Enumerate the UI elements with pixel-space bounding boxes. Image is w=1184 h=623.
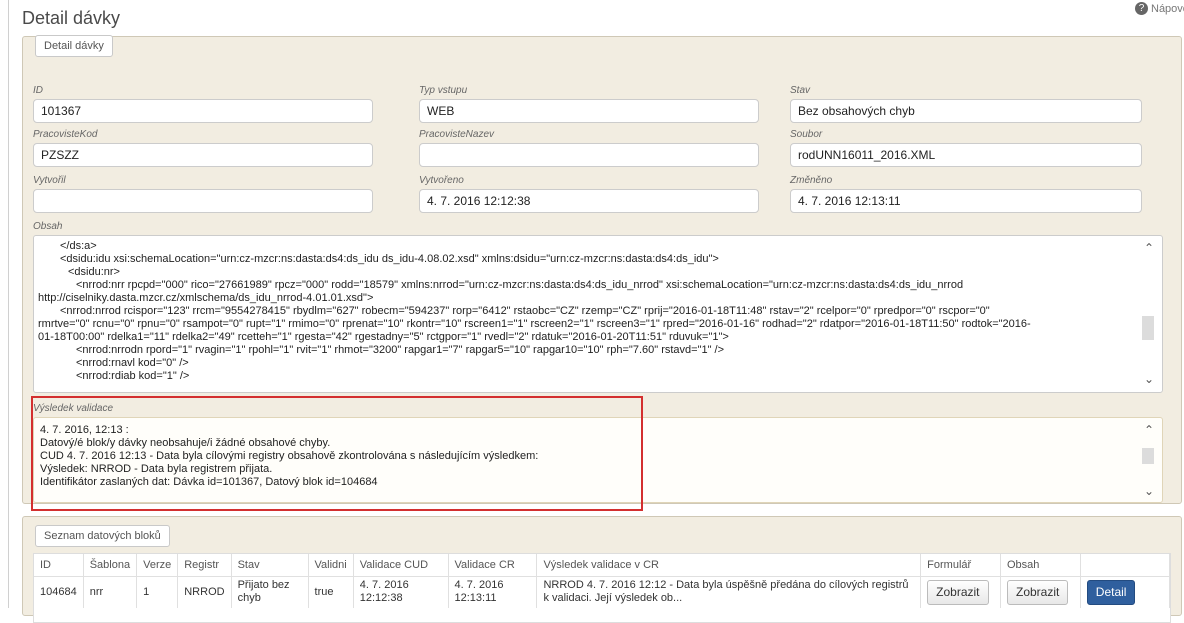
table-header-row: ID Šablona Verze Registr Stav Validni Va… bbox=[34, 554, 1171, 577]
cell-verze: 1 bbox=[136, 576, 179, 608]
col-header: Šablona bbox=[83, 554, 138, 577]
help-label: Nápověda bbox=[1151, 2, 1184, 15]
cell-obsah: Zobrazit bbox=[1000, 576, 1081, 608]
vytvoril-field[interactable] bbox=[33, 189, 373, 213]
col-header: Validni bbox=[308, 554, 354, 577]
cell-id: 104684 bbox=[34, 576, 84, 608]
zmeneno-label: Změněno bbox=[790, 175, 833, 186]
pracoviste-kod-label: PracovisteKod bbox=[33, 129, 98, 140]
obsah-line: http://ciselniky.dasta.mzcr.cz/xmlschema… bbox=[38, 292, 374, 304]
col-header: Validace CUD bbox=[353, 554, 449, 577]
obsah-line: rmrtve="0" rcnu="0" rpnu="0" rsampot="0"… bbox=[38, 318, 1031, 330]
soubor-field[interactable]: rodUNN16011_2016.XML bbox=[790, 143, 1142, 167]
bloky-legend: Seznam datových bloků bbox=[35, 525, 170, 547]
question-icon: ? bbox=[1135, 2, 1148, 15]
col-header bbox=[1080, 554, 1171, 577]
stav-field[interactable]: Bez obsahových chyb bbox=[790, 99, 1142, 123]
obsah-line: <dsidu:idu xsi:schemaLocation="urn:cz-mz… bbox=[60, 253, 719, 265]
cell-vysledek: NRROD 4. 7. 2016 12:12 - Data byla úspěš… bbox=[536, 576, 922, 608]
detail-button[interactable]: Detail bbox=[1086, 579, 1136, 605]
zobrazit-formular-button[interactable]: Zobrazit bbox=[927, 579, 989, 605]
col-header: Obsah bbox=[1000, 554, 1081, 577]
obsah-line: <nrrod:nrr rpcpd="000" rico="27661989" r… bbox=[76, 279, 964, 291]
obsah-line: <nrrod:rdiab kod="1" /> bbox=[76, 370, 190, 382]
cell-registr: NRROD bbox=[177, 576, 232, 608]
chevron-up-icon[interactable]: ⌃ bbox=[1144, 424, 1154, 437]
zobrazit-obsah-button[interactable]: Zobrazit bbox=[1006, 579, 1069, 605]
zmeneno-field[interactable]: 4. 7. 2016 12:13:11 bbox=[790, 189, 1142, 213]
bloky-panel: Seznam datových bloků ID Šablona Verze R… bbox=[22, 516, 1182, 623]
col-header: Formulář bbox=[920, 554, 1001, 577]
chevron-down-icon[interactable]: ⌄ bbox=[1144, 485, 1154, 498]
chevron-up-icon[interactable]: ⌃ bbox=[1144, 242, 1154, 255]
id-label: ID bbox=[33, 85, 43, 96]
bloky-table-wrap: ID Šablona Verze Registr Stav Validni Va… bbox=[33, 553, 1171, 623]
id-field[interactable]: 101367 bbox=[33, 99, 373, 123]
col-header: Stav bbox=[231, 554, 309, 577]
page-title: Detail dávky bbox=[22, 8, 121, 28]
stav-label: Stav bbox=[790, 85, 811, 96]
col-header: ID bbox=[34, 554, 84, 577]
typ-vstupu-field[interactable]: WEB bbox=[419, 99, 759, 123]
obsah-line: <nrrod:nrrod rcispor="123" rrcm="9554278… bbox=[60, 305, 990, 317]
pracoviste-nazev-field[interactable] bbox=[419, 143, 759, 167]
page-left-border bbox=[8, 0, 9, 608]
obsah-label: Obsah bbox=[33, 221, 63, 232]
col-header: Výsledek validace v CR bbox=[536, 554, 922, 577]
cell-detail: Detail bbox=[1080, 576, 1171, 608]
vytvoril-label: Vytvořil bbox=[33, 175, 66, 186]
obsah-line: <nrrod:nrrodn rpord="1" rvagin="1" rpohl… bbox=[76, 344, 725, 356]
validace-scrollbar-thumb[interactable] bbox=[1142, 448, 1154, 464]
col-header: Registr bbox=[177, 554, 232, 577]
cell-validace-cud: 4. 7. 2016 12:12:38 bbox=[353, 576, 449, 608]
pracoviste-nazev-label: PracovisteNazev bbox=[419, 129, 495, 140]
cell-validace-cr: 4. 7. 2016 12:13:11 bbox=[448, 576, 538, 608]
obsah-line: 01-18T00:00" rdelka1="11" rdelka2="49" r… bbox=[38, 331, 729, 343]
obsah-scrollbar-thumb[interactable] bbox=[1142, 316, 1154, 340]
col-header: Validace CR bbox=[448, 554, 538, 577]
col-header: Verze bbox=[136, 554, 179, 577]
soubor-label: Soubor bbox=[790, 129, 823, 140]
typ-vstupu-label: Typ vstupu bbox=[419, 85, 468, 96]
pracoviste-kod-field[interactable]: PZSZZ bbox=[33, 143, 373, 167]
detail-legend: Detail dávky bbox=[35, 35, 113, 57]
bloky-table: ID Šablona Verze Registr Stav Validni Va… bbox=[34, 554, 1171, 608]
cell-formular: Zobrazit bbox=[920, 576, 1001, 608]
help-link[interactable]: ? Nápověda bbox=[1135, 2, 1184, 15]
cell-stav: Přijato bez chyb bbox=[231, 576, 309, 608]
obsah-line: <nrrod:rnavl kod="0" /> bbox=[76, 357, 189, 369]
vytvoreno-field[interactable]: 4. 7. 2016 12:12:38 bbox=[419, 189, 759, 213]
cell-sablona: nrr bbox=[83, 576, 138, 608]
obsah-line: <dsidu:nr> bbox=[68, 266, 120, 278]
obsah-line: </ds:a> bbox=[60, 240, 97, 252]
obsah-textarea[interactable]: </ds:a> <dsidu:idu xsi:schemaLocation="u… bbox=[33, 235, 1163, 393]
cell-validni: true bbox=[308, 576, 354, 608]
chevron-down-icon[interactable]: ⌄ bbox=[1144, 373, 1154, 386]
table-row: 104684 nrr 1 NRROD Přijato bez chyb true… bbox=[34, 576, 1171, 608]
vytvoreno-label: Vytvořeno bbox=[419, 175, 464, 186]
highlight-frame bbox=[31, 396, 643, 511]
